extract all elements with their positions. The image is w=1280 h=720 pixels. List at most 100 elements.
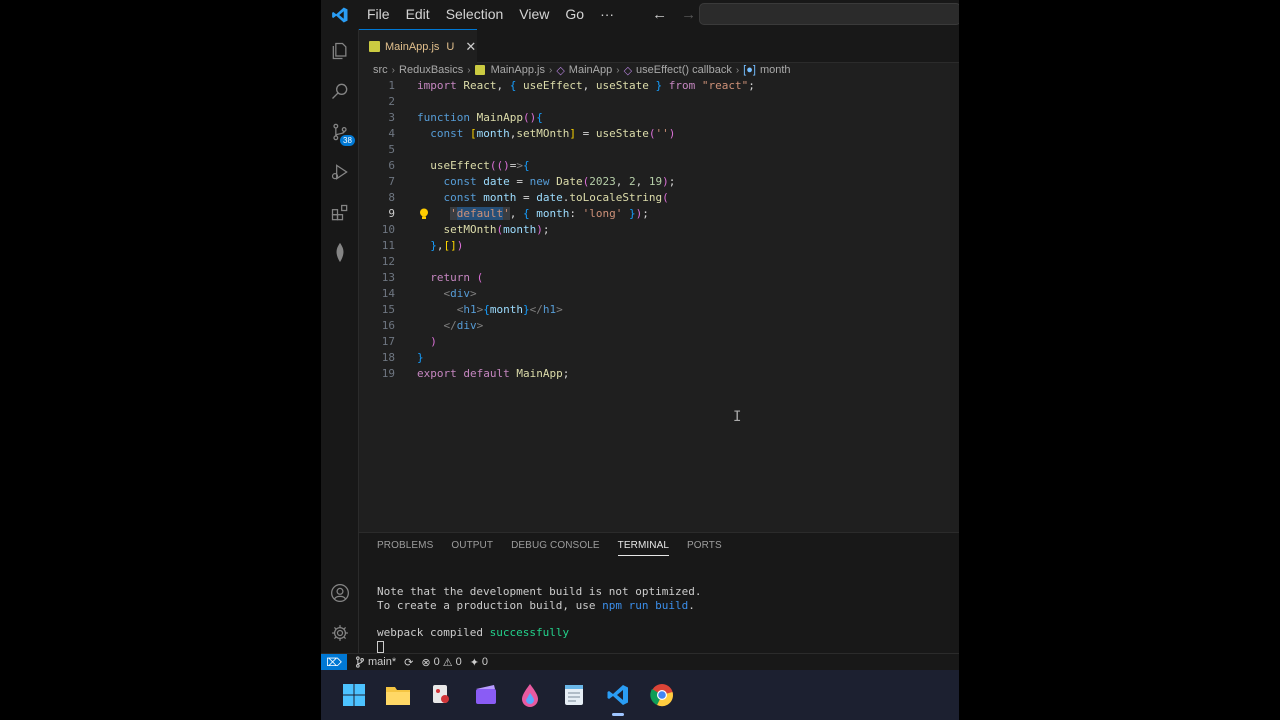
mongodb-leaf-icon[interactable] [321,234,359,272]
line-number: 19 [381,367,395,380]
broadcast-icon: ✦ [469,656,479,669]
tab-filename: MainApp.js [385,40,440,53]
code-line[interactable]: 2 [359,94,959,110]
warning-icon: ⚠ [442,656,453,669]
code-line[interactable]: 11 },[]) [359,238,959,254]
code-line[interactable]: 14 <div> [359,286,959,302]
tab-ports[interactable]: PORTS [687,540,722,556]
vscode-taskbar-icon[interactable] [604,681,632,716]
line-number: 2 [388,95,395,108]
close-icon[interactable]: ✕ [465,39,476,55]
windows-start-icon[interactable] [340,681,368,709]
breadcrumb-reduxbasics[interactable]: ReduxBasics [399,64,463,76]
tab-output[interactable]: OUTPUT [451,540,493,556]
code-line[interactable]: 13 return ( [359,270,959,286]
settings-gear-icon[interactable] [321,614,359,652]
problems-indicator[interactable]: ⊗ 0 ⚠ 0 [421,656,461,669]
chevron-right-icon: › [548,64,553,76]
clipchamp-icon[interactable] [472,681,500,709]
breadcrumb-mainapp[interactable]: MainApp [569,64,612,76]
vscode-window: File Edit Selection View Go ··· ← → 38 M… [321,0,959,720]
code-line[interactable]: 15 <h1>{month}</h1> [359,302,959,318]
file-explorer-icon[interactable] [384,681,412,709]
code-text: useEffect(()=>{ [430,159,530,172]
line-number: 5 [388,143,395,156]
extensions-icon[interactable] [321,194,359,232]
menu-edit[interactable]: Edit [398,0,438,29]
code-line[interactable]: 8 const month = date.toLocaleString( [359,190,959,206]
back-arrow-icon[interactable]: ← [652,6,667,23]
search-icon[interactable] [321,72,359,110]
terminal-cursor [377,641,384,653]
git-branch-icon [356,656,364,668]
line-number: 17 [381,335,395,348]
menu-more[interactable]: ··· [592,0,622,29]
code-text: ) [430,335,437,348]
terminal-output[interactable]: Note that the development build is not o… [377,585,702,653]
line-number: 18 [381,351,395,364]
vscode-logo-icon [321,0,359,29]
line-number: 13 [381,271,395,284]
sync-icon[interactable]: ⟳ [404,656,413,669]
tab-debug-console[interactable]: DEBUG CONSOLE [511,540,600,556]
ports-indicator[interactable]: ✦ 0 [470,656,488,669]
breadcrumb-file[interactable]: MainApp.js [491,64,545,76]
tab-untracked-status: U [446,40,455,53]
code-text: const [month,setMOnth] = useState('') [430,127,676,140]
line-number: 6 [388,159,395,172]
windows-taskbar [321,670,959,720]
code-line[interactable]: 19 export default MainApp; [359,366,959,382]
code-line[interactable]: 16 </div> [359,318,959,334]
code-line[interactable]: 9 'default', { month: 'long' }); [359,206,959,222]
symbol-variable-icon: [●] [743,64,756,76]
chevron-right-icon: › [616,64,620,76]
account-icon[interactable] [321,574,359,612]
line-number: 7 [388,175,395,188]
javascript-file-icon [474,65,485,75]
branch-name: main* [368,656,397,668]
code-line[interactable]: 3 function MainApp(){ [359,110,959,126]
menu-view[interactable]: View [511,0,557,29]
code-line[interactable]: 1 import React, { useEffect, useState } f… [359,78,959,94]
error-icon: ⊗ [421,656,431,669]
compile-status: successfully [489,625,570,639]
menu-file[interactable]: File [359,0,398,29]
menu-selection[interactable]: Selection [438,0,512,29]
tab-terminal[interactable]: TERMINAL [617,540,670,556]
code-line[interactable]: 4 const [month,setMOnth] = useState('') [359,126,959,142]
code-text: const month = date.toLocaleString( [443,191,669,204]
bottom-panel: PROBLEMS OUTPUT DEBUG CONSOLE TERMINAL P… [359,532,959,653]
source-control-icon[interactable]: 38 [321,113,359,151]
code-line[interactable]: 5 [359,142,959,158]
paint-drop-icon[interactable] [516,681,544,709]
explorer-icon[interactable] [321,32,359,70]
command-center-search[interactable] [699,3,959,25]
text-cursor-icon: I [733,409,742,425]
code-line[interactable]: 7 const date = new Date(2023, 2, 19); [359,174,959,190]
tab-problems[interactable]: PROBLEMS [377,540,433,556]
code-line[interactable]: 6 useEffect(()=>{ [359,158,959,174]
code-text: setMOnth(month); [443,223,550,236]
javascript-file-icon [369,41,380,52]
code-line[interactable]: 17 ) [359,334,959,350]
code-line[interactable]: 18} [359,350,959,366]
breadcrumb-month[interactable]: month [760,64,791,76]
line-number: 10 [381,223,395,236]
symbol-function-icon: ◇ [623,64,633,77]
notepad-icon[interactable] [560,681,588,709]
code-editor[interactable]: 1 import React, { useEffect, useState } f… [359,78,959,532]
code-text: function MainApp(){ [417,111,543,124]
branch-indicator[interactable]: main* [355,656,396,668]
breadcrumb-useeffect[interactable]: useEffect() callback [636,64,732,76]
menu-go[interactable]: Go [557,0,592,29]
breadcrumb-src[interactable]: src [373,64,388,76]
run-debug-icon[interactable] [321,153,359,191]
code-line[interactable]: 10 setMOnth(month); [359,222,959,238]
code-line[interactable]: 12 [359,254,959,270]
chrome-icon[interactable] [648,681,676,709]
remote-indicator-icon[interactable]: ⌦ [321,653,347,671]
code-text: const date = new Date(2023, 2, 19); [443,175,676,188]
tab-mainapp-js[interactable]: MainApp.js U ✕ [359,29,477,63]
forward-arrow-icon[interactable]: → [681,6,696,23]
snipping-tool-icon[interactable] [428,681,456,709]
